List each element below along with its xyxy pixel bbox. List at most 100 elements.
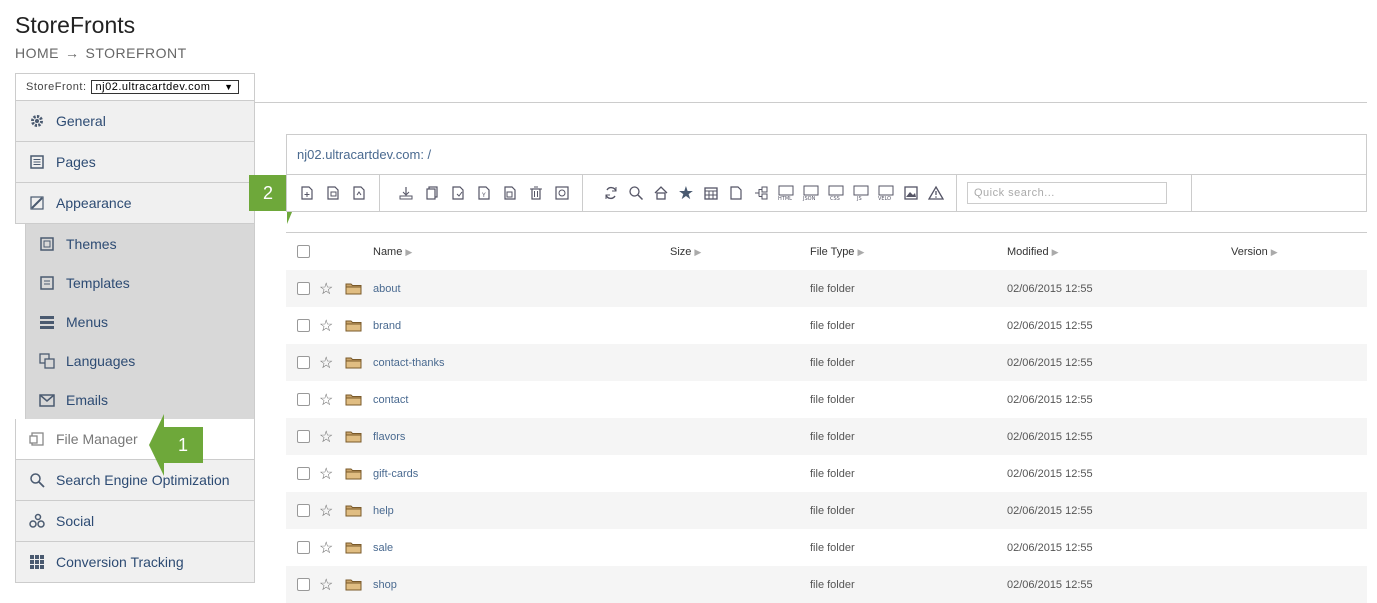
favorite-star-icon[interactable]: ★ [676, 183, 696, 203]
file-modified: 02/06/2015 12:55 [1007, 504, 1093, 517]
search-icon[interactable] [626, 183, 646, 203]
sidebar-item-languages[interactable]: Languages [26, 341, 254, 380]
breadcrumb-storefront: STOREFRONT [85, 45, 187, 61]
row-checkbox[interactable] [297, 541, 310, 554]
sidebar-item-pages[interactable]: Pages [15, 142, 255, 183]
js-file-icon[interactable]: JS [851, 183, 871, 203]
upload-icon[interactable] [349, 183, 369, 203]
warning-icon[interactable] [926, 183, 946, 203]
row-checkbox[interactable] [297, 319, 310, 332]
new-file-icon[interactable] [297, 183, 317, 203]
star-icon[interactable]: ☆ [319, 501, 333, 521]
row-checkbox[interactable] [297, 282, 310, 295]
column-modified[interactable]: Modified ▶ [1007, 246, 1059, 258]
folder-icon [345, 319, 362, 332]
row-checkbox[interactable] [297, 504, 310, 517]
folder-icon [345, 393, 362, 406]
row-checkbox[interactable] [297, 467, 310, 480]
file-name-link[interactable]: flavors [373, 431, 405, 443]
sidebar-item-appearance[interactable]: Appearance [15, 183, 255, 224]
table-row[interactable]: ☆ contact file folder 02/06/2015 12:55 [286, 381, 1367, 418]
empty-trash-icon[interactable] [552, 183, 572, 203]
sidebar-item-social[interactable]: Social [15, 501, 255, 542]
sidebar-item-menus[interactable]: Menus [26, 302, 254, 341]
breadcrumb-home[interactable]: HOME [15, 45, 59, 61]
file-type: file folder [810, 282, 855, 295]
star-icon[interactable]: ☆ [319, 427, 333, 447]
file-name-link[interactable]: gift-cards [373, 468, 418, 480]
velocity-file-icon[interactable]: VELO [876, 183, 896, 203]
new-folder-icon[interactable] [323, 183, 343, 203]
svg-text:JS: JS [856, 196, 862, 201]
html-file-icon[interactable]: HTML [776, 183, 796, 203]
star-icon[interactable]: ☆ [319, 538, 333, 558]
sidebar-item-label: Emails [66, 391, 109, 408]
sidebar-item-conversion-tracking[interactable]: Conversion Tracking [15, 542, 255, 583]
folder-icon [345, 282, 362, 295]
star-icon[interactable]: ☆ [319, 353, 333, 373]
refresh-icon[interactable] [601, 183, 621, 203]
table-row[interactable]: ☆ about file folder 02/06/2015 12:55 [286, 270, 1367, 307]
file-manager-panel: nj02.ultracartdev.com: / Y ★ HTML JSON C… [286, 134, 1367, 212]
paste-icon[interactable] [448, 183, 468, 203]
sidebar-item-label: Menus [66, 313, 109, 330]
sort-icon: ▶ [405, 246, 413, 257]
table-row[interactable]: ☆ help file folder 02/06/2015 12:55 [286, 492, 1367, 529]
copy-icon[interactable] [422, 183, 442, 203]
column-size[interactable]: Size ▶ [670, 246, 701, 258]
css-file-icon[interactable]: CSS [826, 183, 846, 203]
tree-icon[interactable] [751, 183, 771, 203]
sidebar-item-templates[interactable]: Templates [26, 263, 254, 302]
star-icon[interactable]: ☆ [319, 316, 333, 336]
folder-icon [345, 467, 362, 480]
file-name-link[interactable]: about [373, 283, 401, 295]
table-row[interactable]: ☆ gift-cards file folder 02/06/2015 12:55 [286, 455, 1367, 492]
storefront-selector-row: StoreFront: nj02.ultracartdev.com ▼ [15, 73, 255, 101]
row-checkbox[interactable] [297, 356, 310, 369]
trash-icon[interactable] [526, 183, 546, 203]
sidebar-item-label: Social [56, 513, 95, 529]
image-icon[interactable] [901, 183, 921, 203]
table-row[interactable]: ☆ brand file folder 02/06/2015 12:55 [286, 307, 1367, 344]
column-name[interactable]: Name ▶ [373, 246, 412, 258]
download-icon[interactable] [396, 183, 416, 203]
file-name-link[interactable]: sale [373, 542, 393, 554]
sidebar: StoreFront: nj02.ultracartdev.com ▼ Gene… [15, 73, 255, 583]
storefront-select[interactable]: nj02.ultracartdev.com ▼ [90, 80, 239, 94]
file-name-link[interactable]: contact [373, 394, 408, 406]
sidebar-item-general[interactable]: General [15, 101, 255, 142]
json-file-icon[interactable]: JSON [801, 183, 821, 203]
svg-text:CSS: CSS [830, 196, 840, 201]
row-checkbox[interactable] [297, 430, 310, 443]
star-icon[interactable]: ☆ [319, 279, 333, 299]
select-all-checkbox[interactable] [297, 245, 310, 258]
row-checkbox[interactable] [297, 393, 310, 406]
duplicate-icon[interactable] [500, 183, 520, 203]
rename-icon[interactable]: Y [474, 183, 494, 203]
breadcrumb: HOME → STOREFRONT [15, 45, 193, 61]
file-name-link[interactable]: help [373, 505, 394, 517]
calendar-icon[interactable] [701, 183, 721, 203]
file-name-link[interactable]: contact-thanks [373, 357, 445, 369]
sort-icon: ▶ [694, 246, 702, 257]
column-file-type[interactable]: File Type ▶ [810, 246, 864, 258]
file-modified: 02/06/2015 12:55 [1007, 282, 1093, 295]
file-icon[interactable] [726, 183, 746, 203]
file-name-link[interactable]: brand [373, 320, 401, 332]
table-row[interactable]: ☆ contact-thanks file folder 02/06/2015 12:… [286, 344, 1367, 381]
file-type: file folder [810, 504, 855, 517]
themes-icon [38, 235, 56, 253]
sidebar-item-emails[interactable]: Emails [26, 380, 254, 419]
chevron-down-icon: ▼ [224, 82, 234, 92]
table-row[interactable]: ☆ flavors file folder 02/06/2015 12:55 [286, 418, 1367, 455]
sidebar-item-file-manager[interactable]: File Manager [15, 419, 255, 460]
sidebar-item-seo[interactable]: Search Engine Optimization [15, 460, 255, 501]
sidebar-item-themes[interactable]: Themes [26, 224, 254, 263]
star-icon[interactable]: ☆ [319, 464, 333, 484]
search-icon [28, 471, 46, 489]
column-version[interactable]: Version ▶ [1231, 246, 1278, 258]
quick-search-input[interactable]: Quick search... [967, 182, 1167, 204]
home-icon[interactable] [651, 183, 671, 203]
table-row[interactable]: ☆ sale file folder 02/06/2015 12:55 [286, 529, 1367, 566]
star-icon[interactable]: ☆ [319, 390, 333, 410]
